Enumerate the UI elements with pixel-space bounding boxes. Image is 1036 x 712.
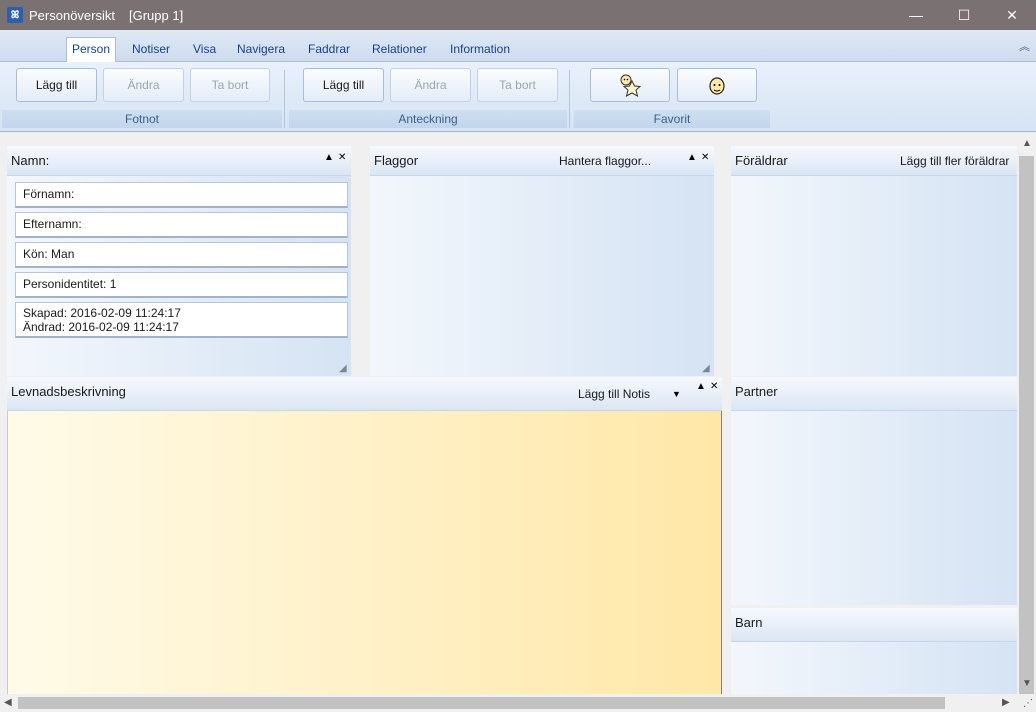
window-group: [Grupp 1] (128, 7, 184, 23)
tab-information[interactable]: Information (445, 38, 515, 62)
size-grip-icon[interactable]: ⋰ (1023, 698, 1033, 709)
tab-visa[interactable]: Visa (188, 38, 221, 62)
panel-title: Namn: (11, 153, 50, 168)
scroll-right-icon[interactable]: ▶ (1002, 697, 1010, 708)
close-panel-icon[interactable]: ✕ (701, 152, 709, 163)
tab-faddrar[interactable]: Faddrar (303, 38, 355, 62)
created-timestamp: Skapad: 2016-02-09 11:24:17 (23, 306, 181, 320)
scroll-left-icon[interactable]: ◀ (4, 697, 12, 708)
manage-flags-link[interactable]: Hantera flaggor... (559, 154, 651, 168)
panel-partner: Partner (731, 377, 1017, 605)
resize-grip-icon[interactable]: ◢ (702, 364, 712, 374)
chevron-down-icon[interactable]: ▼ (672, 389, 681, 399)
app-logo-icon[interactable]: ꕤ (7, 7, 23, 23)
face-icon (709, 77, 725, 95)
biography-text-area[interactable] (7, 411, 722, 694)
panel-header-namn: Namn: ▲ ✕ (7, 146, 351, 176)
panel-title: Partner (735, 384, 778, 399)
horizontal-scroll-thumb[interactable] (18, 697, 945, 709)
pin-icon[interactable]: ▲ (687, 152, 697, 163)
fornamn-field[interactable]: Förnamn: (15, 182, 348, 208)
anteckning-delete-button[interactable]: Ta bort (477, 68, 558, 102)
anteckning-add-button[interactable]: Lägg till (303, 68, 384, 102)
resize-grip-icon[interactable]: ◢ (339, 364, 349, 374)
efternamn-field[interactable]: Efternamn: (15, 212, 348, 238)
timestamps-field: Skapad: 2016-02-09 11:24:17 Ändrad: 2016… (15, 302, 348, 338)
panel-foraldrar: Föräldrar Lägg till fler föräldrar (731, 146, 1017, 376)
panel-header-levnadsbeskrivning: Levnadsbeskrivning Lägg till Notis ▼ ▲ ✕ (7, 377, 722, 411)
star-person-icon (620, 74, 642, 97)
panel-header-foraldrar: Föräldrar Lägg till fler föräldrar (731, 146, 1017, 176)
anteckning-edit-button[interactable]: Ändra (390, 68, 471, 102)
group-anteckning: Lägg till Ändra Ta bort Anteckning (287, 62, 569, 130)
vertical-scroll-thumb[interactable] (1019, 156, 1034, 696)
panel-title: Barn (735, 615, 763, 630)
tab-relationer[interactable]: Relationer (367, 38, 432, 62)
maximize-button[interactable]: ☐ (940, 0, 988, 30)
panel-header-barn: Barn (731, 608, 1017, 642)
close-panel-icon[interactable]: ✕ (338, 152, 346, 163)
close-button[interactable]: ✕ (988, 0, 1036, 30)
group-label-favorit: Favorit (574, 110, 770, 128)
pin-icon[interactable]: ▲ (696, 381, 706, 392)
tab-notiser[interactable]: Notiser (127, 38, 175, 62)
minimize-button[interactable]: — (892, 0, 940, 30)
close-panel-icon[interactable]: ✕ (710, 381, 718, 392)
personidentitet-field[interactable]: Personidentitet: 1 (15, 272, 348, 298)
group-label-anteckning: Anteckning (289, 110, 567, 128)
group-label-fotnot: Fotnot (2, 110, 282, 128)
add-parents-link[interactable]: Lägg till fler föräldrar (900, 154, 1017, 168)
tab-navigera[interactable]: Navigera (232, 38, 290, 62)
scroll-up-icon[interactable]: ▲ (1022, 138, 1032, 149)
fotnot-delete-button[interactable]: Ta bort (190, 68, 270, 102)
panel-flaggor: Flaggor Hantera flaggor... ▲ ✕ ◢ (370, 146, 714, 376)
pin-icon[interactable]: ▲ (324, 152, 334, 163)
group-favorit: Favorit (572, 62, 772, 130)
horizontal-scrollbar[interactable]: ◀ ▶ ⋰ (0, 694, 1036, 712)
panel-barn: Barn (731, 608, 1017, 694)
panel-title: Flaggor (374, 153, 419, 168)
modified-timestamp: Ändrad: 2016-02-09 11:24:17 (23, 320, 179, 334)
window-title: Personöversikt (29, 7, 115, 23)
favorite-face-button[interactable] (677, 68, 757, 102)
ribbon-tabs: Person Notiser Visa Navigera Faddrar Rel… (0, 30, 1036, 63)
add-note-link[interactable]: Lägg till Notis (578, 387, 650, 401)
fotnot-edit-button[interactable]: Ändra (103, 68, 184, 102)
favorite-person-button[interactable] (590, 68, 670, 102)
panel-title: Levnadsbeskrivning (11, 384, 126, 399)
vertical-scrollbar[interactable]: ▲ ▼ (1017, 134, 1036, 696)
ribbon-body: Lägg till Ändra Ta bort Fotnot Lägg till… (0, 62, 1036, 132)
title-bar: ꕤ Personöversikt [Grupp 1] — ☐ ✕ (0, 0, 1036, 30)
window-controls: — ☐ ✕ (892, 0, 1036, 30)
kon-field[interactable]: Kön: Man (15, 242, 348, 268)
ribbon-collapse-icon[interactable]: ︽ (1019, 38, 1030, 54)
panel-namn: Namn: ▲ ✕ Förnamn: Efternamn: Kön: Man P… (7, 146, 351, 376)
tab-person[interactable]: Person (66, 37, 117, 63)
group-separator (569, 70, 570, 128)
scroll-down-icon[interactable]: ▼ (1022, 678, 1032, 689)
fotnot-add-button[interactable]: Lägg till (16, 68, 97, 102)
panel-header-partner: Partner (731, 377, 1017, 411)
panel-title: Föräldrar (735, 153, 788, 168)
group-separator (284, 70, 285, 128)
panel-header-flaggor: Flaggor Hantera flaggor... ▲ ✕ (370, 146, 714, 176)
group-fotnot: Lägg till Ändra Ta bort Fotnot (0, 62, 284, 130)
